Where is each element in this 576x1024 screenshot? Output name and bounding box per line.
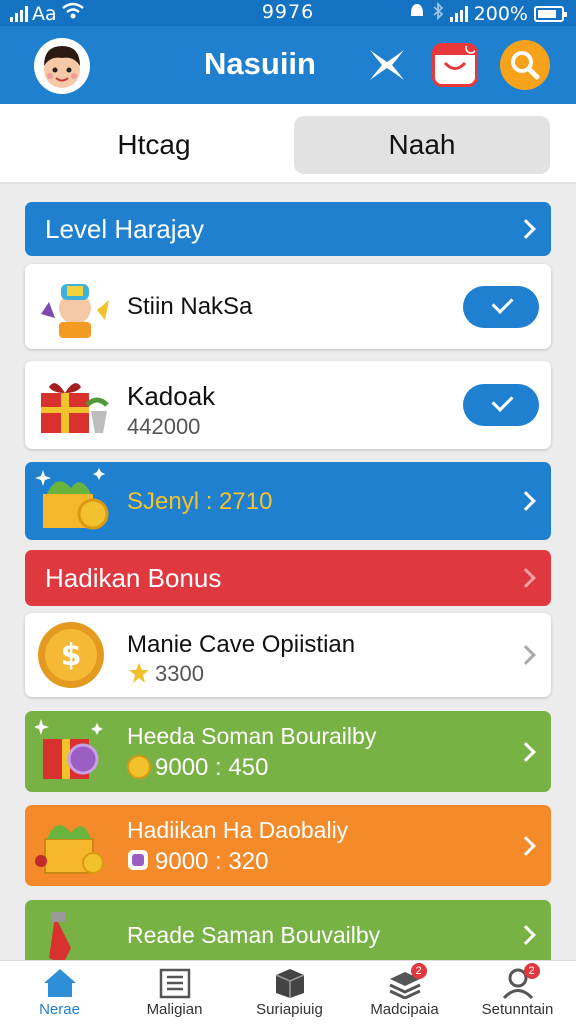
chevron-right-icon [516, 925, 536, 945]
reward-title: Reade Saman Bouvailby [127, 922, 381, 948]
treasure-chest-icon [35, 825, 104, 874]
search-button[interactable] [500, 40, 550, 90]
level-header-row[interactable]: Level Harajay [25, 202, 551, 256]
gift-box-icon [35, 719, 103, 779]
bluetooth-icon [432, 1, 444, 25]
chevron-right-icon [516, 835, 536, 856]
tab-htcag[interactable]: Htcag [30, 116, 278, 174]
bonus-header-row[interactable]: Hadikan Bonus [25, 550, 551, 606]
close-button[interactable] [362, 40, 412, 90]
orange-reward-row[interactable]: Hadiikan Ha Daobaliy 9000 : 320 [25, 805, 551, 886]
level-header-title: Level Harajay [45, 213, 204, 244]
hammer-icon [49, 912, 71, 964]
reward-row-stiin[interactable]: Stiin NakSa [25, 264, 551, 349]
list-icon [157, 967, 193, 999]
star-icon [129, 663, 149, 683]
bottom-nav: Nerae Maligian Suriapiuig 2 Madcipaia 2 … [0, 960, 576, 1024]
search-icon [511, 51, 540, 80]
app-header: Nasuiin [0, 26, 576, 104]
coin-icon [127, 755, 151, 779]
dollar-coin-icon: $ [38, 622, 104, 688]
reward-value: 9000 : 450 [155, 754, 269, 781]
profile-icon: 2 [500, 963, 540, 1000]
check-toggle[interactable] [463, 384, 539, 426]
chevron-right-icon [516, 645, 536, 665]
nav-item-setunntain[interactable]: 2 Setunntain [460, 963, 575, 1018]
character-reward-icon [41, 284, 109, 338]
nav-label: Madcipaia [370, 1001, 439, 1018]
check-toggle[interactable] [463, 285, 539, 328]
tab-bar: Htcag Naah [0, 104, 576, 184]
svg-text:$: $ [61, 638, 82, 673]
reward-title: Kadoak [127, 381, 216, 411]
nav-label: Setunntain [481, 1001, 554, 1018]
battery-percent: 200% [473, 2, 528, 25]
reward-value: 9000 : 320 [155, 848, 269, 875]
coin-reward-row[interactable]: $ Manie Cave Opiistian 3300 [25, 613, 551, 697]
reward-value: 3300 [155, 661, 204, 686]
status-right: 200% [408, 1, 567, 25]
cellular-icon [449, 5, 468, 22]
nav-label: Nerae [39, 1001, 80, 1018]
home-icon [42, 967, 78, 999]
green-reward-row[interactable]: Heeda Soman Bourailby 9000 : 450 [25, 711, 551, 792]
avatar[interactable] [34, 38, 90, 94]
tab-naah[interactable]: Naah [294, 116, 550, 174]
nav-label: Suriapiuig [256, 1001, 323, 1018]
status-bar: Aa 9976 200% [0, 0, 576, 26]
close-icon [370, 50, 404, 80]
badge-icon [128, 850, 148, 870]
bonus-header-title: Hadikan Bonus [45, 562, 222, 593]
calendar-icon [435, 42, 477, 70]
reward-title: Stiin NakSa [127, 293, 253, 320]
reward-row-kadoak[interactable]: Kadoak 442000 [25, 361, 551, 449]
reward-title: Manie Cave Opiistian [127, 631, 356, 658]
jenyl-row[interactable]: SJenyl : 2710 [25, 462, 551, 540]
chevron-right-icon [516, 741, 536, 762]
jenyl-label: SJenyl : 2710 [127, 488, 273, 515]
box-icon [272, 967, 308, 999]
reward-title: Hadiikan Ha Daobaliy [127, 817, 349, 843]
battery-icon [534, 5, 567, 22]
chevron-right-icon [516, 491, 536, 511]
chevron-right-icon [516, 219, 536, 239]
treasure-chest-icon [35, 468, 109, 530]
nav-item-suriapiuig[interactable]: Suriapiuig [232, 967, 347, 1018]
gift-box-icon [41, 383, 109, 433]
nav-item-madcipaia[interactable]: 2 Madcipaia [347, 963, 462, 1018]
stack-icon: 2 [387, 963, 427, 1000]
notification-badge: 2 [523, 963, 540, 979]
alarm-icon [408, 2, 426, 25]
nav-label: Maligian [146, 1001, 203, 1018]
chevron-right-icon [516, 568, 536, 588]
app-title: Nasuiin [204, 46, 316, 81]
reward-value: 442000 [127, 414, 201, 439]
calendar-button[interactable] [432, 42, 478, 87]
reward-title: Heeda Soman Bourailby [127, 723, 377, 749]
nav-item-home[interactable]: Nerae [2, 967, 117, 1018]
nav-item-maligian[interactable]: Maligian [117, 967, 232, 1018]
notification-badge: 2 [410, 963, 427, 979]
